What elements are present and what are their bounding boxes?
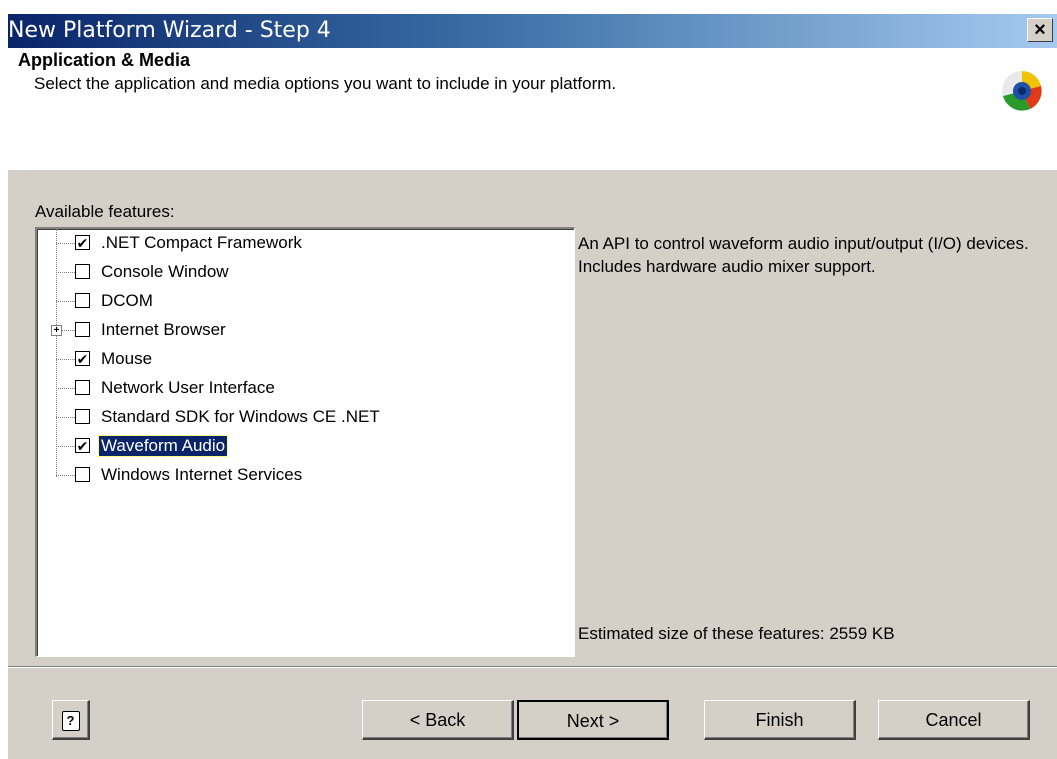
tree-branch [56,388,75,389]
checkbox[interactable] [75,322,90,337]
check-icon: ✔ [76,351,89,367]
checkbox[interactable] [75,380,90,395]
expand-icon[interactable]: + [51,325,62,336]
tree-branch [56,272,75,273]
checkbox[interactable] [75,409,90,424]
tree-item-label[interactable]: Mouse [99,349,154,369]
tree-item-label-selected[interactable]: Waveform Audio [97,435,229,457]
tree-item-standard-sdk[interactable]: Standard SDK for Windows CE .NET [37,403,557,432]
check-icon: ✔ [76,235,89,251]
title-bar[interactable]: New Platform Wizard - Step 4 × [8,14,1057,48]
wizard-window: New Platform Wizard - Step 4 × Applicati… [8,14,1057,759]
feature-description: An API to control waveform audio input/o… [578,234,1029,276]
window-title: New Platform Wizard - Step 4 [8,18,331,43]
tree-branch [56,301,75,302]
tree-branch [56,359,75,360]
tree-item-dcom[interactable]: DCOM [37,287,557,316]
check-icon: ✔ [76,438,89,454]
tree-item-waveform-audio[interactable]: ✔ Waveform Audio [37,432,557,461]
tree-item-label[interactable]: Console Window [99,262,231,282]
tree-item-label[interactable]: Standard SDK for Windows CE .NET [99,407,382,427]
checkbox[interactable]: ✔ [75,351,90,366]
tree-branch [56,243,75,244]
footer-divider-highlight [8,667,1057,668]
cancel-button[interactable]: Cancel [878,700,1030,740]
next-button[interactable]: Next > [517,700,669,740]
help-button[interactable]: ? [52,700,90,740]
close-icon: × [1034,19,1046,41]
windows-ce-logo-icon [1002,71,1042,111]
tree-item-network-user-interface[interactable]: Network User Interface [37,374,557,403]
available-features-label: Available features: [35,202,175,221]
features-tree[interactable]: ✔ .NET Compact Framework Console Window … [35,227,575,657]
tree-branch [56,417,75,418]
page-title: Application & Media [18,50,191,70]
tree-branch [56,446,75,447]
checkbox[interactable]: ✔ [75,235,90,250]
finish-button[interactable]: Finish [704,700,856,740]
tree-item-net-compact-framework[interactable]: ✔ .NET Compact Framework [37,229,557,258]
checkbox[interactable]: ✔ [75,438,90,453]
tree-item-windows-internet-services[interactable]: Windows Internet Services [37,461,557,490]
page-subtitle: Select the application and media options… [34,74,617,93]
checkbox[interactable] [75,467,90,482]
checkbox[interactable] [75,293,90,308]
tree-branch [56,475,75,476]
close-button[interactable]: × [1027,18,1053,42]
checkbox[interactable] [75,264,90,279]
help-icon: ? [61,711,80,732]
tree-item-label[interactable]: .NET Compact Framework [99,233,304,253]
tree-item-label[interactable]: Network User Interface [99,378,277,398]
tree-item-internet-browser[interactable]: + Internet Browser [37,316,557,345]
header-divider [8,169,1057,170]
tree-item-label[interactable]: DCOM [99,291,155,311]
tree-item-label[interactable]: Windows Internet Services [99,465,304,485]
tree-item-console-window[interactable]: Console Window [37,258,557,287]
tree-item-label[interactable]: Internet Browser [99,320,228,340]
tree-item-mouse[interactable]: ✔ Mouse [37,345,557,374]
estimated-size: Estimated size of these features: 2559 K… [578,624,895,643]
back-button[interactable]: < Back [362,700,514,740]
